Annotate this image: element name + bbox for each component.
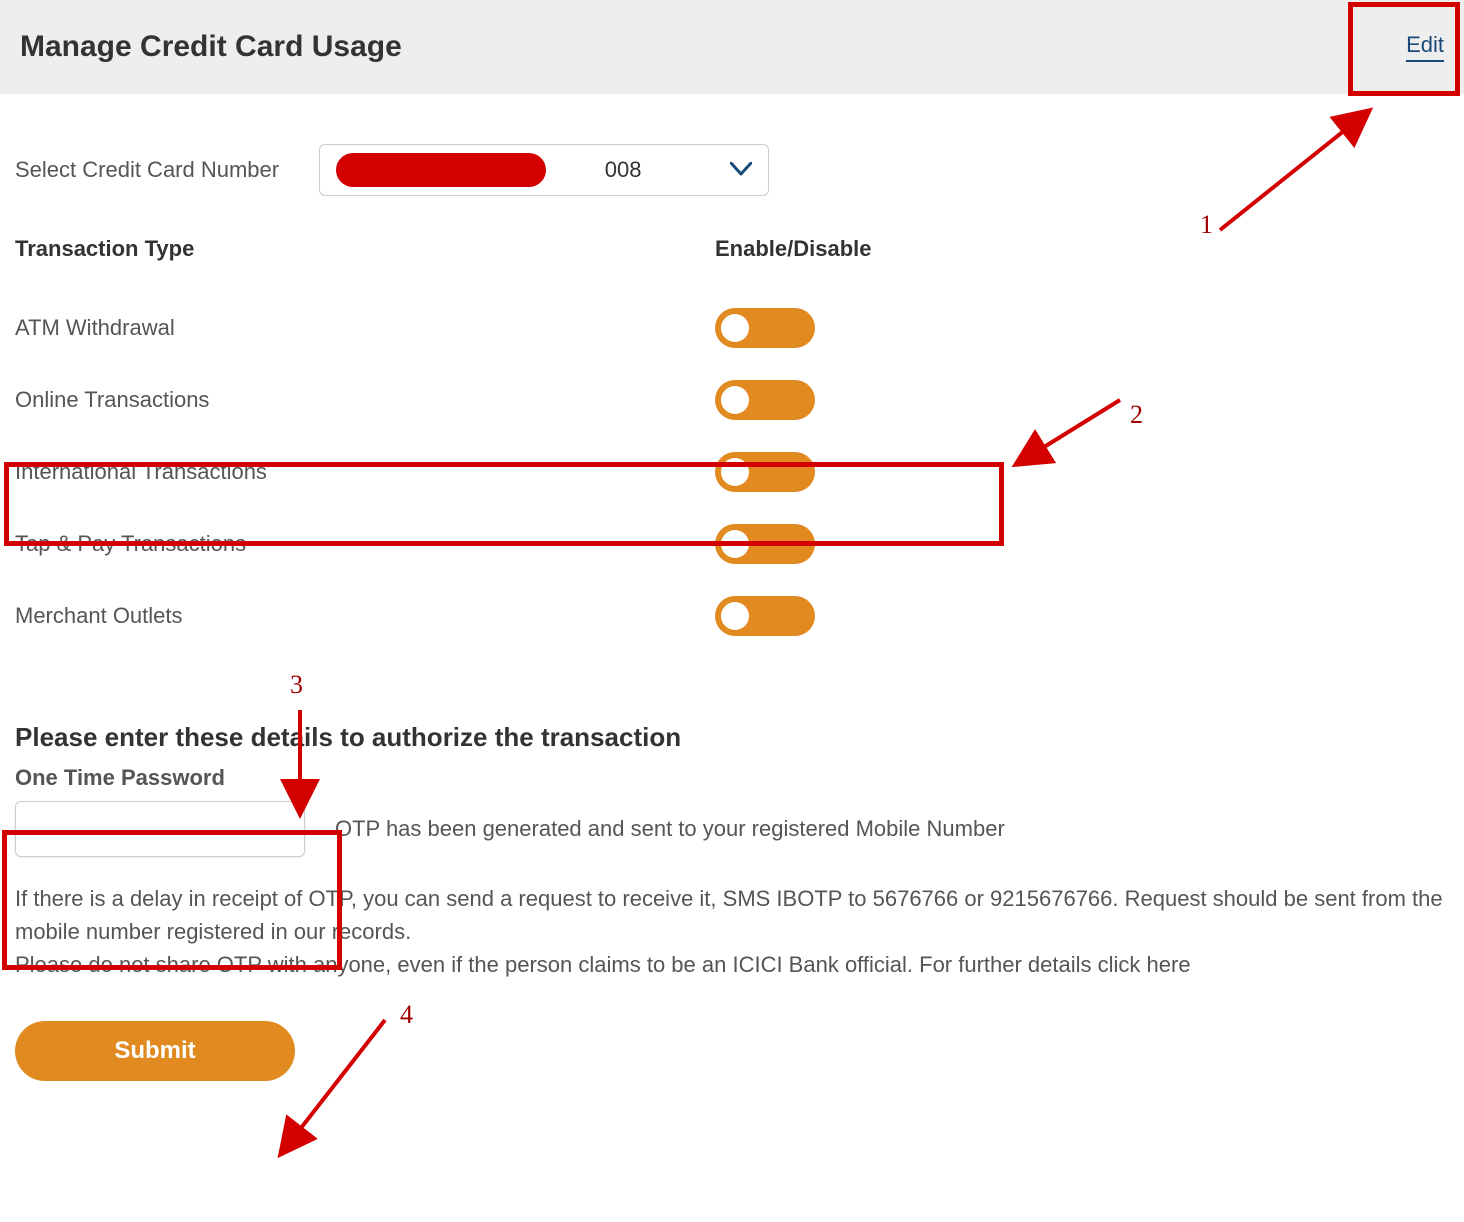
card-number-suffix: 008: [605, 157, 642, 183]
annotation-number-2: 2: [1130, 400, 1143, 430]
col-header-enable: Enable/Disable: [715, 236, 872, 262]
chevron-down-icon: [730, 159, 752, 182]
annotation-arrow-1: [1200, 100, 1400, 240]
tx-label: Merchant Outlets: [15, 603, 715, 629]
annotation-number-4: 4: [400, 1000, 413, 1030]
annotation-box-otp: [2, 830, 342, 970]
page-header: Manage Credit Card Usage Edit: [0, 0, 1464, 94]
tx-row-atm: ATM Withdrawal: [15, 292, 1449, 364]
tx-label: ATM Withdrawal: [15, 315, 715, 341]
toggle-online[interactable]: [715, 380, 815, 420]
annotation-arrow-2: [1000, 390, 1140, 480]
col-header-type: Transaction Type: [15, 236, 715, 262]
otp-label: One Time Password: [15, 765, 1449, 791]
annotation-number-1: 1: [1200, 210, 1213, 240]
submit-button[interactable]: Submit: [15, 1021, 295, 1081]
annotation-arrow-4: [265, 1010, 405, 1170]
toggle-merchant[interactable]: [715, 596, 815, 636]
annotation-number-3: 3: [290, 670, 303, 700]
auth-heading: Please enter these details to authorize …: [15, 722, 1449, 753]
tx-row-online: Online Transactions: [15, 364, 1449, 436]
otp-sent-message: OTP has been generated and sent to your …: [335, 816, 1005, 842]
tx-label: Online Transactions: [15, 387, 715, 413]
toggle-atm[interactable]: [715, 308, 815, 348]
annotation-box-international: [4, 462, 1004, 546]
page-title: Manage Credit Card Usage: [20, 30, 402, 64]
annotation-box-edit: [1348, 2, 1460, 96]
card-select-label: Select Credit Card Number: [15, 157, 279, 183]
tx-row-merchant: Merchant Outlets: [15, 580, 1449, 652]
annotation-arrow-3: [280, 700, 320, 830]
card-select-dropdown[interactable]: 008: [319, 144, 769, 196]
redacted-card-number: [336, 153, 546, 187]
